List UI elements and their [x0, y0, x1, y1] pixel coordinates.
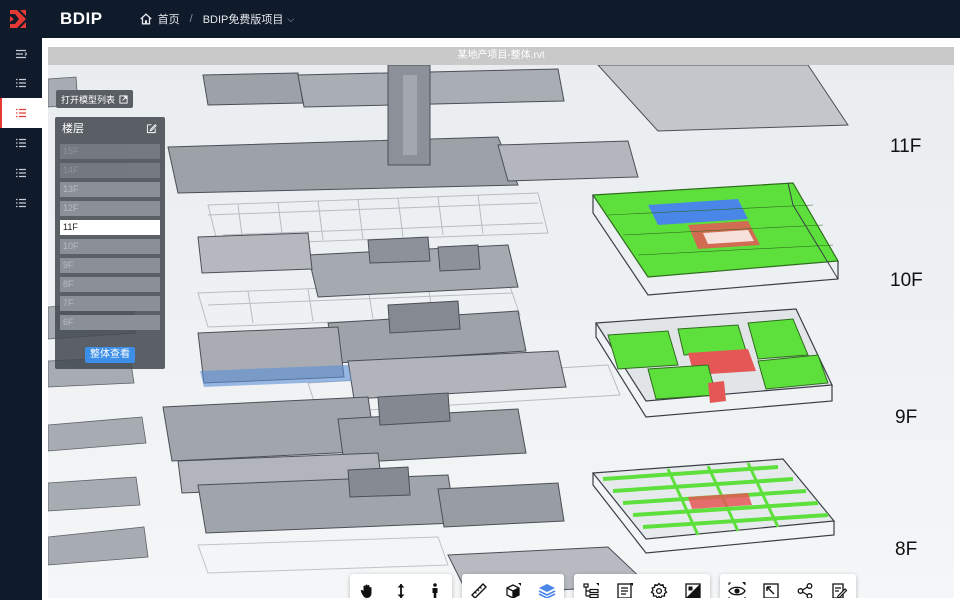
floor-item-6f[interactable]: 6F	[60, 315, 160, 330]
list-icon	[16, 108, 26, 118]
floor-item-14f[interactable]: 14F	[60, 163, 160, 178]
share-icon	[797, 583, 813, 598]
model-file-title: 某地产项目-整体.rvt	[48, 47, 954, 65]
floor-item-8f[interactable]: 8F	[60, 277, 160, 292]
list-icon	[16, 168, 26, 178]
list-icon	[16, 138, 26, 148]
floor-list[interactable]: 15F 14F 13F 12F 11F 10F 9F 8F 7F 6F	[60, 144, 160, 331]
floor-item-11f[interactable]: 11F	[60, 220, 160, 235]
person-walk-icon	[432, 583, 438, 598]
floor-label-10f: 10F	[890, 270, 923, 291]
render-mode-icon	[685, 583, 701, 598]
sidebar-item-2[interactable]	[0, 98, 42, 128]
open-model-list-label: 打开模型列表	[61, 94, 116, 105]
list-icon	[16, 78, 26, 88]
ruler-icon	[471, 583, 487, 598]
settings-gear-icon	[650, 582, 668, 598]
sidebar	[0, 38, 42, 600]
tool-fit-view[interactable]	[754, 574, 788, 598]
tool-walk[interactable]	[418, 574, 452, 598]
app-name: BDIP	[60, 9, 103, 28]
open-model-list-button[interactable]: 打开模型列表	[56, 90, 134, 108]
bdip-logo-icon[interactable]	[6, 7, 30, 31]
sidebar-collapse[interactable]	[0, 39, 42, 69]
app-root: BDIP 首页 / BDIP免费版项目 ⌵ 某地产项目-整体.rvt 打开模型列…	[0, 0, 960, 600]
markup-icon	[832, 583, 848, 598]
top-bar: BDIP 首页 / BDIP免费版项目 ⌵	[0, 0, 960, 38]
external-link-icon	[119, 94, 128, 104]
tool-vertical-move[interactable]	[384, 574, 418, 598]
floor-label-8f: 8F	[895, 539, 918, 560]
tool-structure-tree[interactable]	[574, 574, 608, 598]
tool-settings[interactable]	[642, 574, 676, 598]
floor-item-13f[interactable]: 13F	[60, 182, 160, 197]
sidebar-item-5[interactable]	[0, 188, 42, 218]
floor-item-9f[interactable]: 9F	[60, 258, 160, 273]
toolbar-tools	[462, 574, 564, 598]
edit-icon[interactable]	[146, 123, 157, 134]
floor-item-7f[interactable]: 7F	[60, 296, 160, 311]
floor-item-10f[interactable]: 10F	[60, 239, 160, 254]
vertical-move-icon	[397, 584, 405, 598]
properties-icon	[617, 583, 633, 598]
sidebar-item-1[interactable]	[0, 68, 42, 98]
floor-label-11f: 11F	[890, 136, 922, 157]
list-icon	[16, 198, 26, 208]
building-model-scene[interactable]	[48, 65, 954, 598]
floor-label-9f: 9F	[895, 407, 918, 428]
floor-panel-header: 楼层	[55, 117, 165, 139]
chevron-down-icon[interactable]: ⌵	[287, 14, 294, 25]
structure-tree-icon	[583, 583, 599, 598]
main-content: 某地产项目-整体.rvt 打开模型列表 楼层 15F 14F 13F 12F 1…	[42, 38, 960, 600]
3d-viewport[interactable]: 打开模型列表 楼层 15F 14F 13F 12F 11F 10F 9F 8F …	[48, 65, 954, 598]
tool-share[interactable]	[788, 574, 822, 598]
floor-panel-title: 楼层	[62, 123, 84, 135]
sidebar-item-3[interactable]	[0, 128, 42, 158]
breadcrumb-separator: /	[189, 13, 193, 25]
section-box-icon	[506, 583, 521, 598]
tool-pan[interactable]	[350, 574, 384, 598]
hand-icon	[360, 584, 372, 598]
tool-visibility[interactable]	[720, 574, 754, 598]
toolbar-model	[574, 574, 710, 598]
breadcrumb-project[interactable]: BDIP免费版项目	[203, 11, 284, 27]
tool-measure[interactable]	[462, 574, 496, 598]
tool-layers[interactable]	[530, 574, 564, 598]
sidebar-item-4[interactable]	[0, 158, 42, 188]
tool-render-mode[interactable]	[676, 574, 710, 598]
layers-icon	[538, 584, 556, 598]
floor-panel: 楼层 15F 14F 13F 12F 11F 10F 9F 8F 7F 6F 整…	[55, 117, 165, 369]
tool-markup[interactable]	[822, 574, 856, 598]
floor-item-12f[interactable]: 12F	[60, 201, 160, 216]
tool-section-box[interactable]	[496, 574, 530, 598]
whole-view-button[interactable]: 整体查看	[85, 347, 135, 363]
toolbar-navigation	[350, 574, 452, 598]
fit-view-icon	[763, 583, 779, 598]
breadcrumb: 首页 / BDIP免费版项目 ⌵	[139, 11, 294, 27]
breadcrumb-home[interactable]: 首页	[158, 11, 180, 27]
tool-properties[interactable]	[608, 574, 642, 598]
floor-item-15f[interactable]: 15F	[60, 144, 160, 159]
visibility-icon	[728, 582, 746, 598]
toolbar-view	[720, 574, 856, 598]
home-icon[interactable]	[139, 12, 153, 26]
menu-collapse-icon	[16, 49, 27, 59]
